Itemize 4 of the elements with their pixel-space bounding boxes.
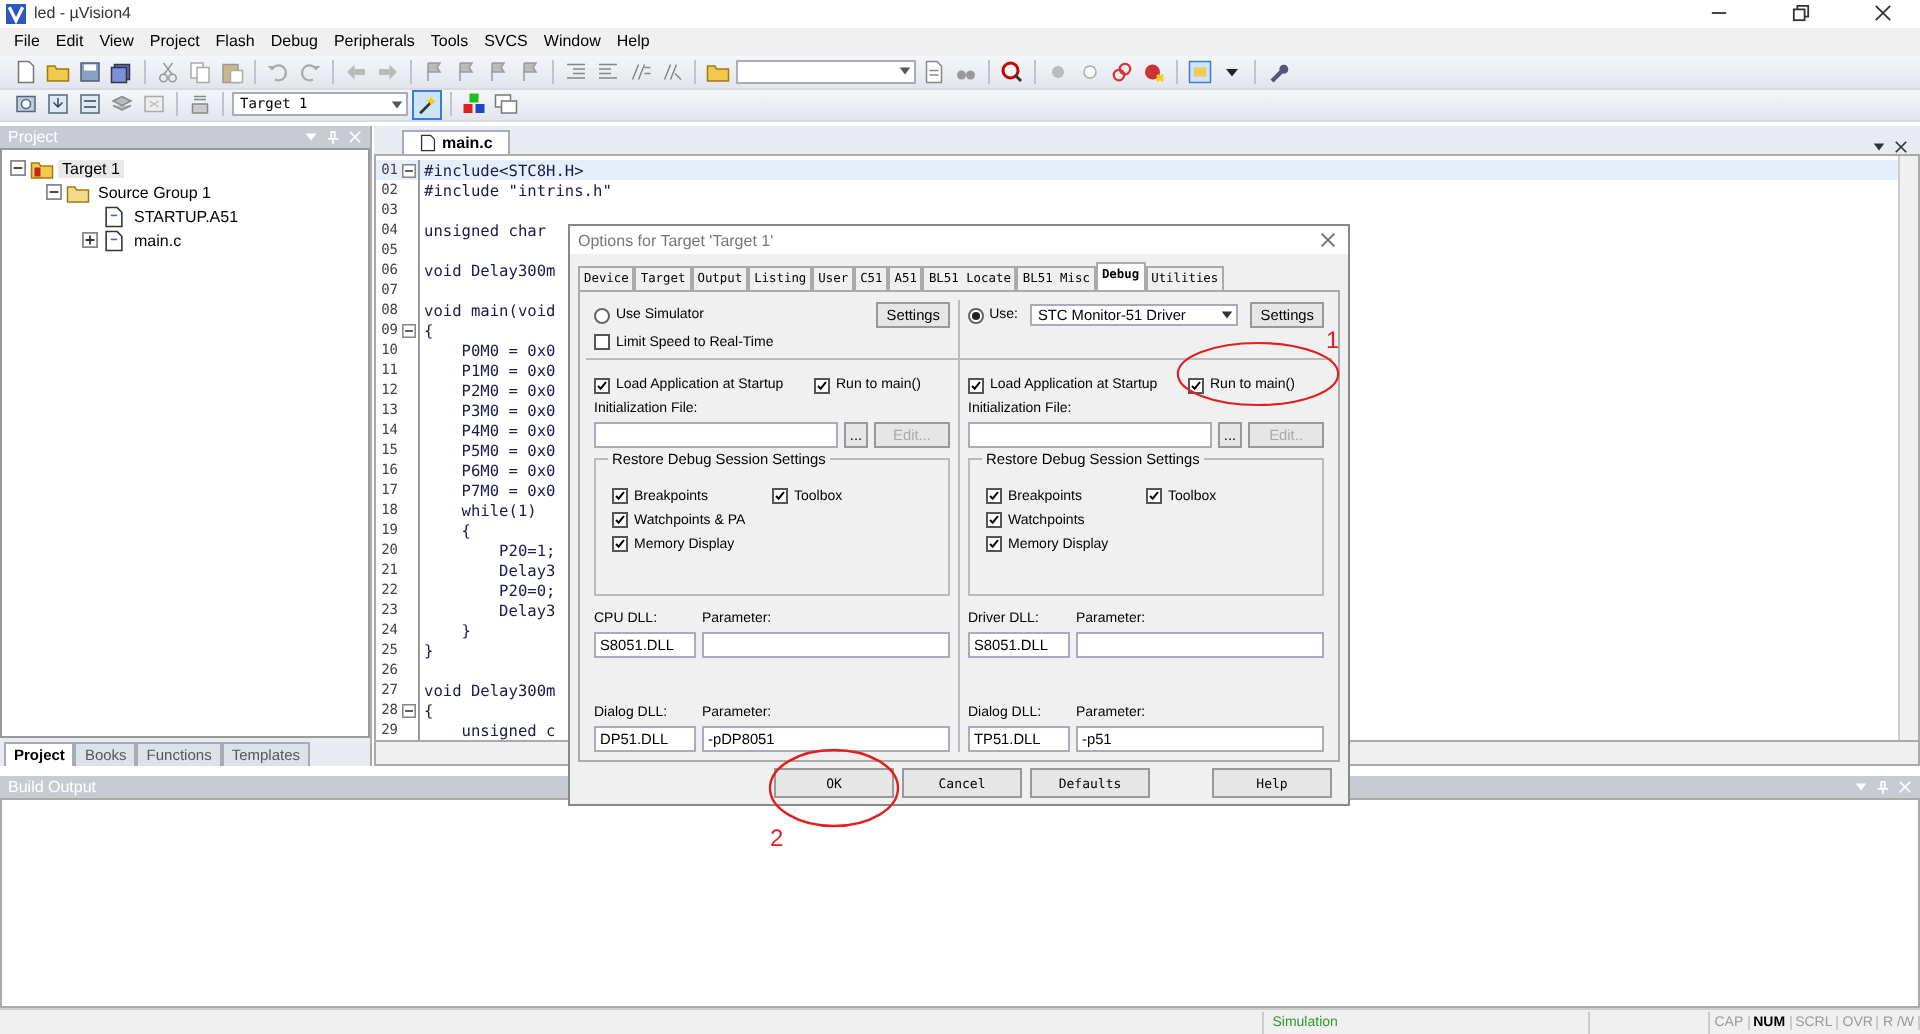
dialog-title: Options for Target 'Target 1' <box>578 231 774 249</box>
annotation-number: 2 <box>770 824 784 852</box>
window-title: led - µVision4 <box>34 4 131 23</box>
annotation-number: 1 <box>1326 326 1340 354</box>
